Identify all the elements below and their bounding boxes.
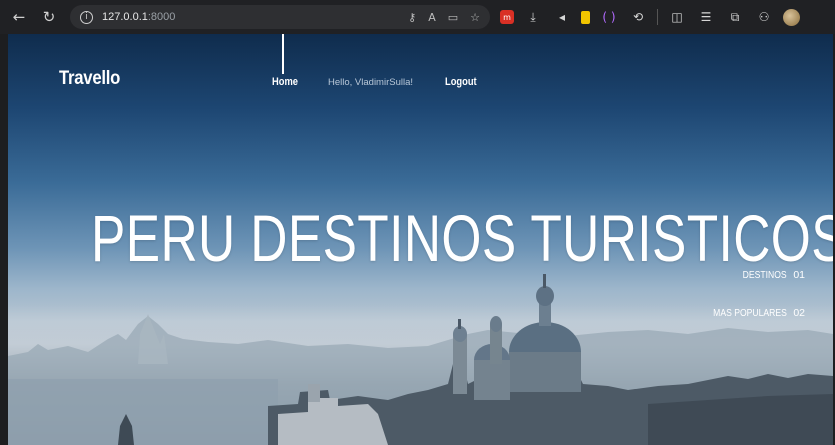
favorite-star-icon[interactable]: ☆: [470, 11, 480, 24]
extension-purple-icon[interactable]: ( ): [599, 7, 619, 27]
speaker-icon[interactable]: ◂: [552, 7, 572, 27]
favorites-list-icon[interactable]: ☰: [696, 7, 716, 27]
key-icon[interactable]: ⚷: [408, 11, 416, 24]
slide-indicator-destinos[interactable]: DESTINOS 01: [733, 269, 805, 281]
slide-indicator-populares[interactable]: MAS POPULARES 02: [697, 307, 805, 319]
download-icon[interactable]: ⤓: [523, 7, 543, 27]
address-bar[interactable]: i 127.0.0.1:8000 ⚷ A ▭ ☆: [70, 5, 490, 29]
back-arrow-icon[interactable]: ←: [8, 6, 30, 28]
browser-toolbar: ← ↻ i 127.0.0.1:8000 ⚷ A ▭ ☆ m ⤓ ◂ ( ) ⟲…: [0, 0, 835, 34]
hero-page: Travello Home Hello, VladimirSulla! Logo…: [8, 34, 833, 445]
user-greeting: Hello, VladimirSulla!: [328, 77, 414, 88]
url-host: 127.0.0.1: [102, 11, 148, 23]
extension-red-icon[interactable]: m: [500, 10, 514, 24]
active-nav-indicator: [282, 34, 284, 74]
extension-green-icon[interactable]: ⚇: [754, 7, 774, 27]
split-screen-icon[interactable]: ◫: [667, 7, 687, 27]
profile-avatar-icon[interactable]: [783, 8, 800, 26]
extension-puzzle-icon[interactable]: ⟲: [628, 7, 648, 27]
site-logo[interactable]: Travello: [59, 68, 120, 90]
reload-icon[interactable]: ↻: [38, 6, 60, 28]
slide-label: DESTINOS: [742, 269, 787, 281]
extension-yellow-icon[interactable]: [581, 10, 590, 24]
collections-icon[interactable]: ⧉: [725, 7, 745, 27]
extensions-area: m ⤓ ◂ ( ) ⟲ ◫ ☰ ⧉ ⚇: [500, 7, 809, 27]
read-aloud-icon[interactable]: A: [428, 11, 436, 24]
url-port: :8000: [147, 11, 176, 23]
hero-title: PERU DESTINOS TURISTICOS: [91, 201, 833, 275]
slide-label: MAS POPULARES: [713, 307, 787, 319]
nav-logout-link[interactable]: Logout: [445, 76, 477, 88]
nav-home-link[interactable]: Home: [272, 76, 298, 88]
info-icon[interactable]: i: [80, 10, 93, 24]
slide-number: 02: [793, 307, 805, 319]
slide-number: 01: [793, 269, 805, 281]
reader-mode-icon[interactable]: ▭: [448, 11, 458, 24]
